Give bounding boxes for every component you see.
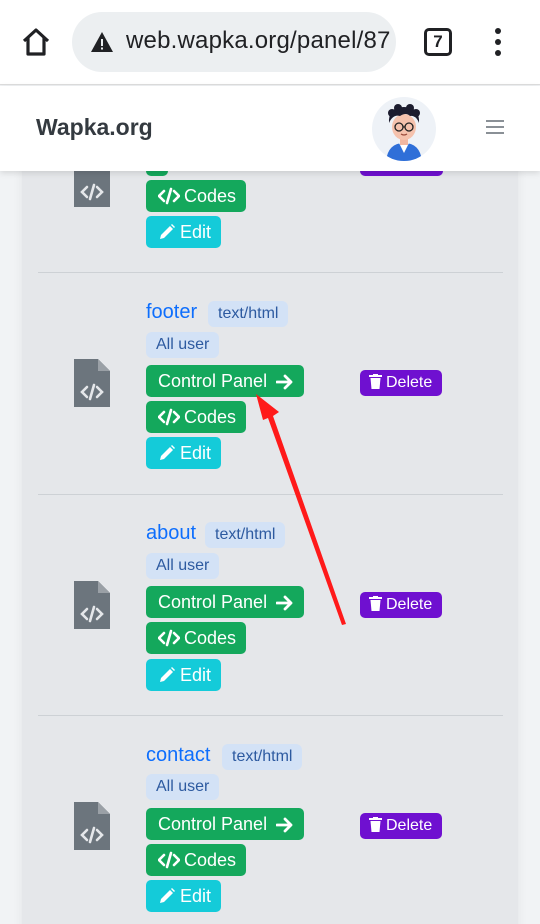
- delete-button[interactable]: Delete: [360, 592, 443, 618]
- control-panel-label: Control Panel: [158, 371, 268, 391]
- control-panel-button[interactable]: Control Panel: [146, 586, 305, 618]
- code-file-icon: [74, 581, 110, 629]
- divider: [38, 272, 503, 273]
- codes-label: Codes: [184, 850, 237, 870]
- code-file-icon: [74, 171, 110, 207]
- edit-button[interactable]: Edit: [146, 216, 222, 248]
- page-list: Codes Edit footer text/html All user Con…: [0, 171, 540, 924]
- edit-label: Edit: [180, 443, 212, 463]
- edit-label: Edit: [180, 665, 212, 685]
- pencil-icon: [160, 667, 175, 682]
- access-badge: All user: [146, 332, 220, 358]
- pencil-icon: [160, 445, 175, 460]
- pencil-icon: [160, 888, 175, 903]
- browser-toolbar: web.wapka.org/panel/87 7: [0, 0, 540, 85]
- access-badge: All user: [146, 553, 220, 579]
- trash-icon: [369, 596, 382, 611]
- edit-label: Edit: [180, 886, 212, 906]
- mime-type-badge: text/html: [208, 301, 289, 327]
- code-icon: [157, 851, 181, 869]
- delete-button[interactable]: Delete: [360, 370, 443, 396]
- codes-label: Codes: [184, 186, 237, 206]
- code-icon: [157, 629, 181, 647]
- codes-label: Codes: [184, 407, 237, 427]
- hamburger-menu-icon[interactable]: [486, 120, 504, 136]
- codes-button[interactable]: Codes: [146, 844, 247, 876]
- more-options-icon[interactable]: [488, 26, 508, 60]
- control-panel-button[interactable]: [146, 171, 168, 176]
- code-file-icon: [74, 359, 110, 407]
- arrow-right-icon: [275, 817, 293, 833]
- site-brand[interactable]: Wapka.org: [36, 114, 153, 141]
- edit-button[interactable]: Edit: [146, 659, 222, 691]
- delete-button[interactable]: Delete: [360, 813, 443, 839]
- codes-button[interactable]: Codes: [146, 622, 247, 654]
- mime-type-badge: text/html: [222, 744, 303, 770]
- edit-button[interactable]: Edit: [146, 437, 222, 469]
- user-avatar[interactable]: [372, 97, 436, 161]
- site-header: Wapka.org: [0, 86, 540, 171]
- control-panel-button[interactable]: Control Panel: [146, 365, 305, 397]
- warning-icon: [91, 32, 113, 52]
- tab-count-button[interactable]: 7: [424, 28, 452, 56]
- edit-button[interactable]: Edit: [146, 880, 222, 912]
- delete-button[interactable]: [360, 171, 443, 176]
- control-panel-button[interactable]: Control Panel: [146, 808, 305, 840]
- page-name-link[interactable]: contact: [146, 744, 210, 767]
- codes-label: Codes: [184, 628, 237, 648]
- page-name-link[interactable]: footer: [146, 301, 197, 324]
- pencil-icon: [160, 224, 175, 239]
- arrow-right-icon: [275, 374, 293, 390]
- page-name-link[interactable]: about: [146, 522, 196, 545]
- divider: [38, 715, 503, 716]
- edit-label: Edit: [180, 222, 212, 242]
- delete-label: Delete: [386, 817, 433, 834]
- trash-icon: [369, 374, 382, 389]
- code-file-icon: [74, 802, 110, 850]
- delete-label: Delete: [386, 374, 433, 391]
- codes-button[interactable]: Codes: [146, 180, 247, 212]
- home-icon[interactable]: [18, 24, 54, 60]
- code-icon: [157, 408, 181, 426]
- codes-button[interactable]: Codes: [146, 401, 247, 433]
- control-panel-label: Control Panel: [158, 592, 268, 612]
- arrow-right-icon: [275, 595, 293, 611]
- delete-label: Delete: [386, 596, 433, 613]
- url-text: web.wapka.org/panel/87: [126, 27, 391, 54]
- access-badge: All user: [146, 774, 220, 800]
- code-icon: [157, 187, 181, 205]
- address-bar[interactable]: web.wapka.org/panel/87: [72, 12, 396, 72]
- control-panel-label: Control Panel: [158, 814, 268, 834]
- mime-type-badge: text/html: [205, 522, 286, 548]
- trash-icon: [369, 817, 382, 832]
- divider: [38, 494, 503, 495]
